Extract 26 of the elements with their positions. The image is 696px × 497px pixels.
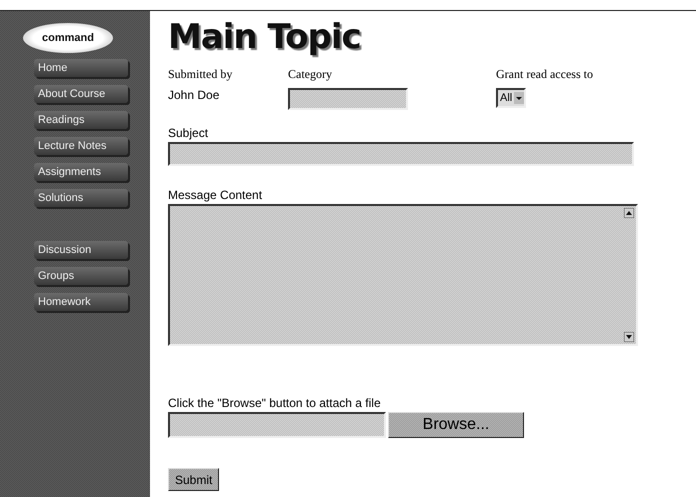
nav-button[interactable]: Lecture Notes [34, 137, 128, 155]
page-title: Main Topic [168, 17, 362, 57]
browse-button[interactable]: Browse... [388, 412, 524, 438]
nav-button[interactable]: Readings [34, 111, 128, 129]
subject-label: Subject [168, 126, 210, 140]
scroll-up-icon[interactable] [624, 208, 634, 218]
logo: command [23, 23, 113, 53]
category-label: Category [288, 67, 333, 82]
attach-label: Click the "Browse" button to attach a file [168, 396, 382, 410]
nav-button[interactable]: About Course [34, 85, 128, 103]
nav-button[interactable]: Assignments [34, 163, 128, 181]
submitted-by-label: Submitted by [168, 67, 234, 82]
message-label: Message Content [168, 188, 264, 202]
access-dropdown[interactable]: All [496, 88, 526, 108]
submit-button[interactable]: Submit [168, 468, 220, 491]
file-field[interactable] [168, 412, 386, 438]
nav-button[interactable]: Groups [34, 267, 128, 285]
scroll-down-icon[interactable] [624, 332, 634, 342]
nav-button[interactable]: Solutions [34, 189, 128, 207]
nav-button[interactable]: Homework [34, 293, 128, 311]
nav-button[interactable]: Discussion [34, 241, 128, 259]
nav-button[interactable]: Home [34, 59, 128, 77]
subject-field[interactable] [168, 142, 634, 166]
author-name: John Doe [168, 88, 220, 102]
category-field[interactable] [288, 88, 408, 110]
read-access-label: Grant read access to [496, 67, 593, 82]
